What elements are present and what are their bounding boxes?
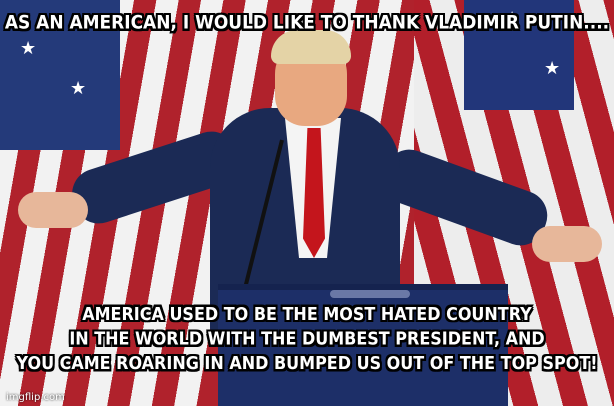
top-caption: AS AN AMERICAN, I WOULD LIKE TO THANK VL… (4, 11, 610, 35)
bottom-caption-line: AMERICA USED TO BE THE MOST HATED COUNTR… (82, 303, 532, 325)
podium-seal (330, 290, 410, 298)
meme-image: ★ ★ ★ ★ AS AN AMERICAN, I WOULD LIKE TO … (0, 0, 614, 406)
bottom-caption: AMERICA USED TO BE THE MOST HATED COUNTR… (0, 302, 614, 376)
star-icon: ★ (544, 58, 561, 79)
star-icon: ★ (70, 78, 87, 99)
left-hand (18, 192, 88, 228)
bottom-caption-line: YOU CAME ROARING IN AND BUMPED US OUT OF… (16, 352, 598, 374)
bottom-caption-line: IN THE WORLD WITH THE DUMBEST PRESIDENT,… (69, 327, 545, 350)
star-icon: ★ (20, 38, 37, 59)
imgflip-watermark: imgflip.com (6, 392, 65, 403)
right-hand (532, 226, 602, 262)
